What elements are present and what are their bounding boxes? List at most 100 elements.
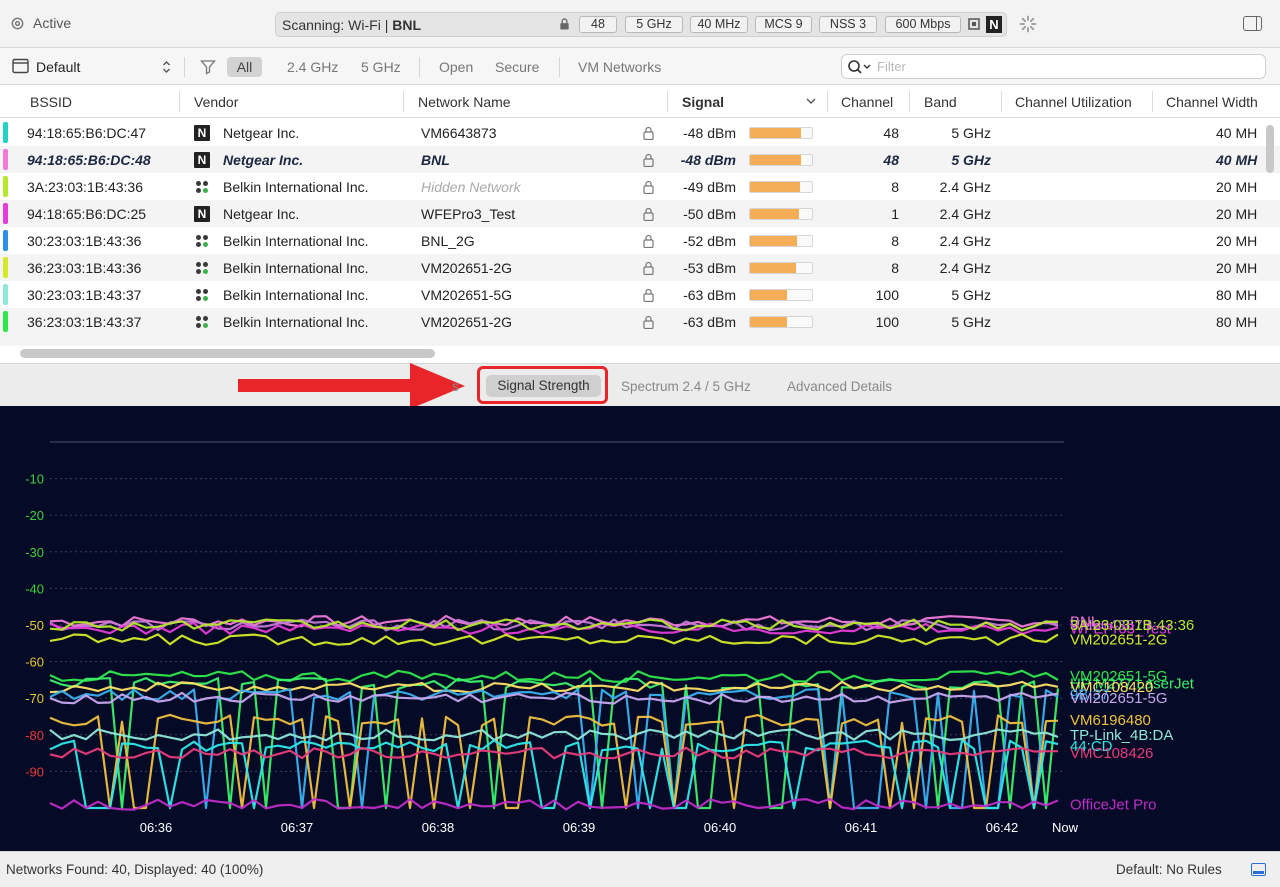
belkin-logo-icon — [195, 315, 209, 329]
cell-vendor: Belkin International Inc. — [223, 260, 369, 276]
table-row[interactable]: 94:18:65:B6:DC:48 N Netgear Inc. BNL -48 dBm… — [0, 146, 1280, 173]
profile-select[interactable]: Default — [36, 59, 80, 75]
table-row[interactable]: 36:23:03:1B:43:36 Belkin International In… — [0, 254, 1280, 281]
cell-network-name: VM202651-5G — [421, 287, 513, 303]
col-bssid[interactable]: BSSID — [30, 94, 72, 110]
cell-network-name: VM202651-2G — [421, 260, 513, 276]
series-label: VMC108426 — [1070, 745, 1153, 762]
x-tick-label: 06:42 — [986, 820, 1019, 835]
cell-bssid: 36:23:03:1B:43:36 — [27, 260, 142, 276]
cell-band: 2.4 GHz — [939, 260, 991, 276]
row-color-tag — [3, 284, 8, 305]
lock-icon — [643, 234, 654, 248]
status-bar: Networks Found: 40, Displayed: 40 (100%)… — [0, 851, 1280, 887]
cell-network-name: VM6643873 — [421, 125, 497, 141]
filter-bar: Default All 2.4 GHz 5 GHz Open Secure VM… — [0, 48, 1280, 85]
col-vendor[interactable]: Vendor — [194, 94, 238, 110]
cell-channel-width: 80 MH — [1216, 287, 1258, 303]
cell-channel: 48 — [883, 125, 899, 141]
tab-partial[interactable]: s — [452, 379, 459, 394]
networks-table: BSSID Vendor Network Name Signal Channel… — [0, 85, 1280, 363]
cell-channel-width: 20 MH — [1216, 233, 1258, 249]
signal-bar-fill — [750, 155, 801, 165]
horizontal-scrollbar[interactable] — [20, 349, 435, 358]
col-channel[interactable]: Channel — [841, 94, 893, 110]
pill-rate: 600 Mbps — [885, 16, 961, 33]
table-header: BSSID Vendor Network Name Signal Channel… — [0, 85, 1280, 118]
vertical-scrollbar[interactable] — [1266, 125, 1274, 173]
cell-band: 5 GHz — [951, 152, 991, 168]
lock-icon — [643, 288, 654, 302]
belkin-logo-icon — [195, 234, 209, 248]
signal-bar — [749, 316, 813, 328]
chevron-updown-icon[interactable] — [162, 60, 171, 74]
series-line — [49, 669, 1059, 683]
cell-band: 5 GHz — [951, 314, 991, 330]
cell-signal: -52 dBm — [683, 233, 736, 249]
cell-bssid: 94:18:65:B6:DC:48 — [27, 152, 151, 168]
cell-bssid: 3A:23:03:1B:43:36 — [27, 179, 143, 195]
y-tick-label: -10 — [25, 472, 44, 487]
table-row[interactable]: 36:23:03:1B:43:37 Belkin International In… — [0, 308, 1280, 335]
signal-bar-fill — [750, 317, 788, 327]
filter-icon[interactable] — [200, 59, 216, 75]
scan-status[interactable]: Active — [10, 15, 71, 31]
col-channel-width[interactable]: Channel Width — [1166, 94, 1258, 110]
cell-signal: -63 dBm — [683, 314, 736, 330]
cell-signal: -53 dBm — [683, 260, 736, 276]
title-bar: Active Scanning: Wi-Fi | BNL 48 5 GHz 40… — [0, 0, 1280, 48]
cell-vendor: Belkin International Inc. — [223, 314, 369, 330]
x-tick-label: 06:38 — [422, 820, 455, 835]
cell-bssid: 94:18:65:B6:DC:47 — [27, 125, 147, 141]
col-network-name[interactable]: Network Name — [418, 94, 511, 110]
panel-toggle-icon[interactable] — [1251, 863, 1266, 876]
status-label: Active — [33, 15, 72, 31]
x-tick-label: 06:41 — [845, 820, 878, 835]
cell-bssid: 94:18:65:B6:DC:25 — [27, 206, 147, 222]
cell-signal: -50 dBm — [683, 206, 736, 222]
signal-bar-fill — [750, 263, 796, 273]
signal-bar-fill — [750, 128, 801, 138]
sidebar-toggle-icon[interactable] — [1243, 16, 1262, 31]
signal-bar-fill — [750, 209, 799, 219]
table-row[interactable]: 94:18:65:B6:DC:25 N Netgear Inc. WFEPro3_Te… — [0, 200, 1280, 227]
filter-open-button[interactable]: Open — [439, 59, 473, 75]
table-row[interactable]: 30:23:03:1B:43:36 Belkin International In… — [0, 227, 1280, 254]
filter-24ghz-button[interactable]: 2.4 GHz — [287, 59, 338, 75]
col-band[interactable]: Band — [924, 94, 957, 110]
gear-icon — [11, 17, 24, 29]
tab-advanced-details[interactable]: Advanced Details — [787, 379, 892, 394]
x-tick-label: Now — [1052, 820, 1079, 835]
table-row[interactable]: 3A:23:03:1B:43:36 Belkin International In… — [0, 173, 1280, 200]
cell-band: 5 GHz — [951, 287, 991, 303]
filter-5ghz-button[interactable]: 5 GHz — [361, 59, 401, 75]
search-input[interactable] — [877, 58, 1257, 75]
cell-vendor: Belkin International Inc. — [223, 233, 369, 249]
signal-bar-fill — [750, 236, 798, 246]
col-signal[interactable]: Signal — [682, 94, 724, 110]
filter-all-button[interactable]: All — [227, 57, 262, 77]
cell-network-name: VM202651-2G — [421, 314, 513, 330]
col-channel-utilization[interactable]: Channel Utilization — [1015, 94, 1132, 110]
sort-chevron-icon[interactable] — [806, 98, 816, 105]
table-row[interactable]: 30:23:03:1B:43:37 Belkin International In… — [0, 281, 1280, 308]
filter-secure-button[interactable]: Secure — [495, 59, 539, 75]
tab-spectrum[interactable]: Spectrum 2.4 / 5 GHz — [621, 379, 751, 394]
row-color-tag — [3, 203, 8, 224]
y-tick-label: -40 — [25, 581, 44, 596]
table-row[interactable]: 94:18:65:B6:DC:47 N Netgear Inc. VM6643873 -… — [0, 119, 1280, 146]
y-tick-label: -80 — [25, 728, 44, 743]
pill-nss: NSS 3 — [819, 16, 877, 33]
signal-bar — [749, 181, 813, 193]
cell-network-name: WFEPro3_Test — [421, 206, 516, 222]
x-tick-label: 06:40 — [704, 820, 737, 835]
scan-info-box: Scanning: Wi-Fi | BNL 48 5 GHz 40 MHz MC… — [275, 12, 1007, 37]
filter-vm-networks-button[interactable]: VM Networks — [578, 59, 661, 75]
search-icon[interactable] — [847, 59, 873, 75]
signal-bar — [749, 154, 813, 166]
window-icon — [12, 58, 29, 74]
cell-bssid: 36:23:03:1B:43:37 — [27, 314, 142, 330]
table-row-partial[interactable] — [0, 334, 1280, 346]
scan-prefix: Scanning: Wi-Fi | — [282, 17, 389, 33]
series-line — [49, 688, 1059, 810]
